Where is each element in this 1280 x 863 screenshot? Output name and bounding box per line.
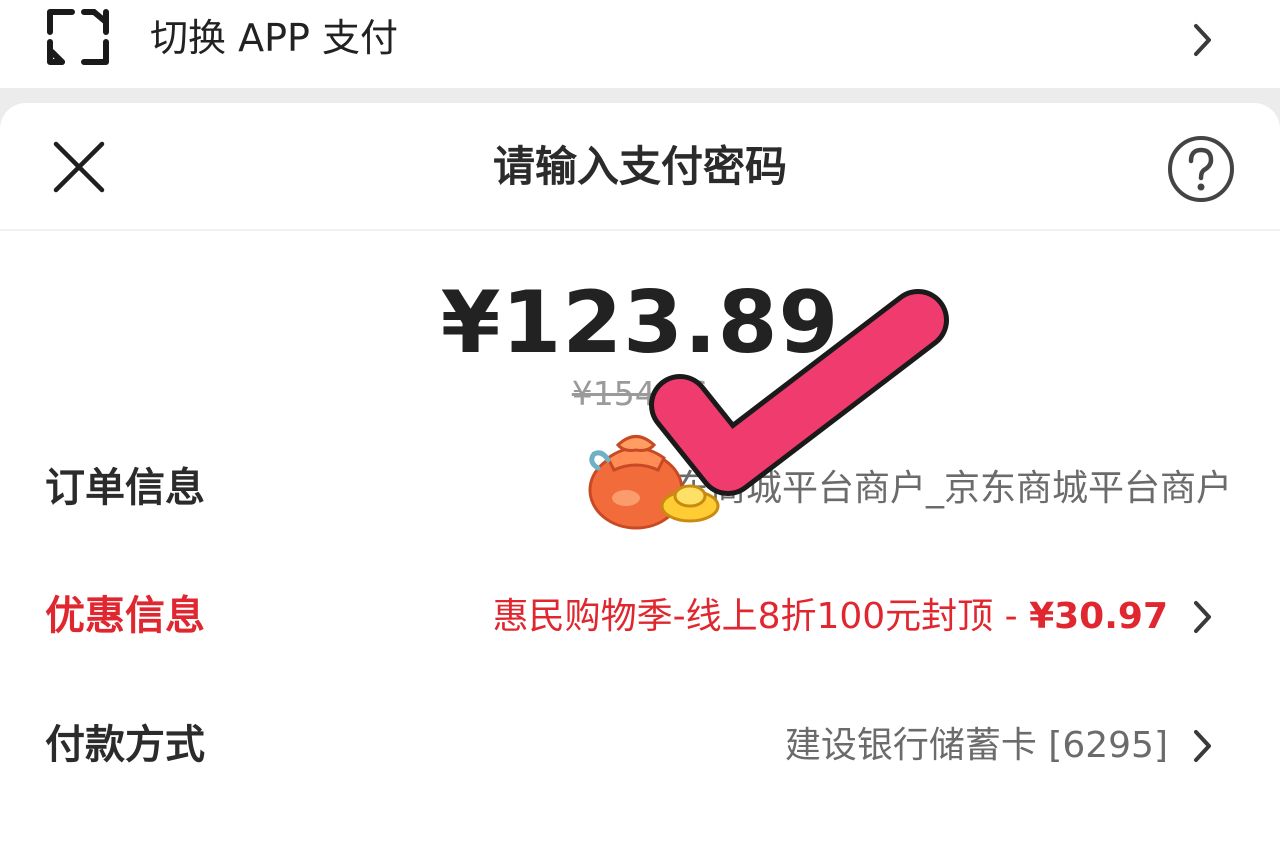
- payment-method-value: 建设银行储蓄卡 [6295]: [784, 725, 1168, 766]
- switch-app-label: 切换 APP 支付: [150, 16, 398, 60]
- help-icon[interactable]: [1166, 134, 1236, 204]
- discount-info-label: 优惠信息: [45, 593, 205, 639]
- chevron-right-icon: [1194, 601, 1211, 633]
- order-info-label: 订单信息: [45, 465, 205, 511]
- payment-method-label: 付款方式: [45, 722, 205, 768]
- payment-method-row[interactable]: 付款方式 建设银行储蓄卡 [6295]: [0, 705, 1280, 785]
- check-mark-sticker-icon: [588, 289, 949, 530]
- sheet-header: 请输入支付密码: [0, 103, 1280, 231]
- sheet-title: 请输入支付密码: [492, 142, 787, 191]
- discount-info-value: 惠民购物季-线上8折100元封顶 - ¥30.97: [493, 595, 1168, 639]
- discount-description: 惠民购物季-线上8折100元封顶 -: [492, 596, 1030, 637]
- discount-info-row[interactable]: 优惠信息 惠民购物季-线上8折100元封顶 - ¥30.97: [0, 576, 1280, 656]
- switch-app-icon: [47, 9, 109, 65]
- switch-app-payment-row[interactable]: 切换 APP 支付: [0, 0, 1280, 88]
- chevron-right-icon: [1194, 730, 1211, 762]
- discount-amount: ¥30.97: [1029, 596, 1168, 637]
- chevron-right-icon: [1194, 24, 1211, 56]
